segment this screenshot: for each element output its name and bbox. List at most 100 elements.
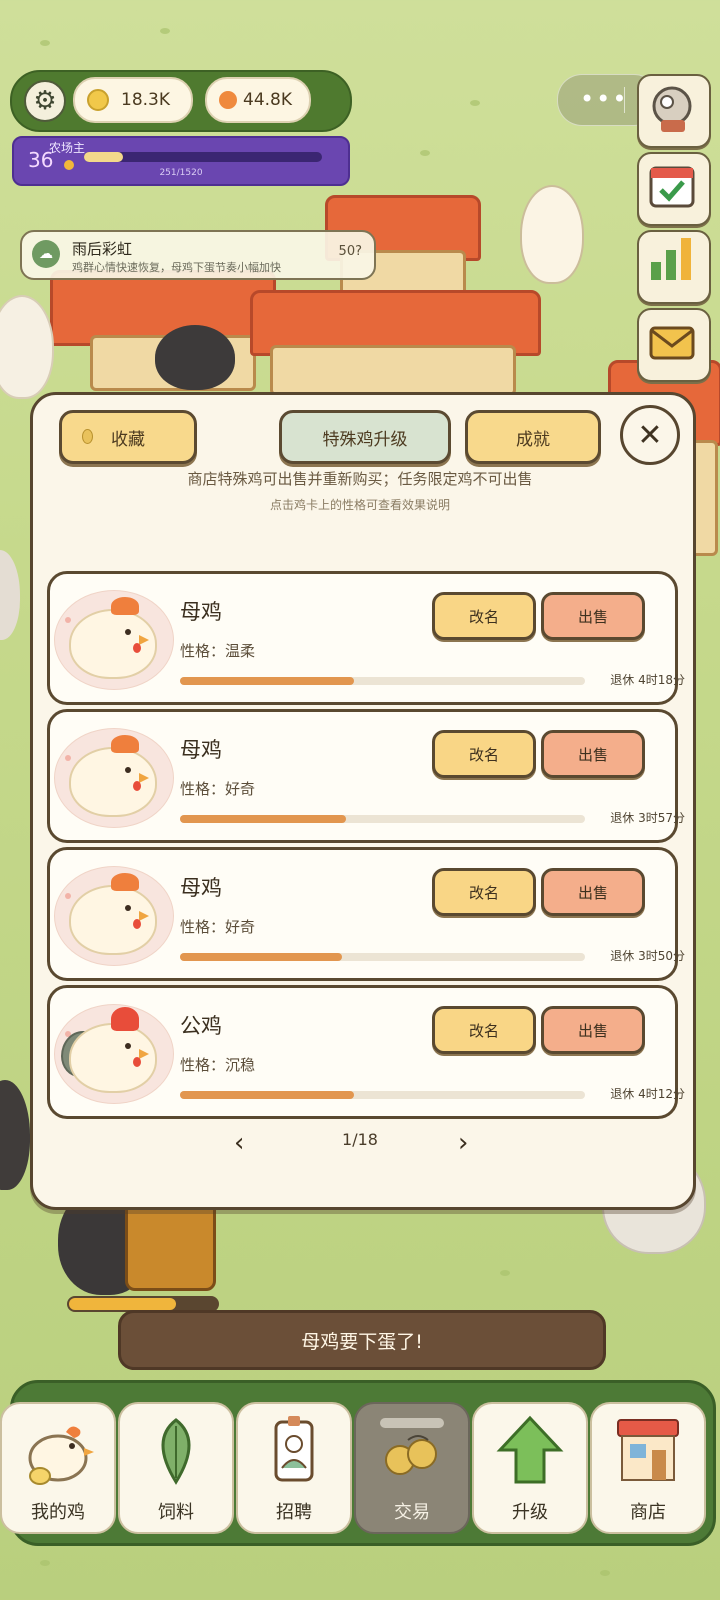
chicken-trait[interactable]: 性格：好奇 — [180, 916, 255, 937]
nav-trade[interactable]: 交易 — [354, 1402, 470, 1534]
sell-button[interactable]: 出售 — [541, 868, 645, 916]
leaderboard-label: 榜 — [705, 284, 720, 300]
nav-label: 招聘 — [276, 1502, 312, 1523]
next-page-button[interactable]: › — [458, 1128, 468, 1158]
chicken-card[interactable]: 母鸡 性格：温柔 退休 4时18分 改名 出售 — [47, 571, 685, 705]
weather-title: 雨后彩虹 — [72, 240, 133, 258]
more-icon[interactable]: ••• — [580, 85, 628, 113]
nav-label: 我的鸡 — [31, 1502, 85, 1523]
calendar-checkin-button[interactable] — [637, 152, 711, 226]
black-hen-edge — [0, 1080, 30, 1190]
gem-counter[interactable]: 44.8K — [205, 77, 311, 123]
calendar-icon — [649, 166, 695, 208]
level-title: 农场主 — [49, 141, 86, 155]
rename-button[interactable]: 改名 — [432, 1006, 536, 1054]
close-button[interactable]: ✕ — [620, 405, 680, 465]
nav-feed[interactable]: 饲料 — [118, 1402, 234, 1534]
weather-timer: 50? — [338, 244, 362, 259]
up-arrow-icon — [496, 1415, 564, 1484]
xp-bar — [84, 152, 322, 162]
retire-time: 退休 3时50分 — [610, 949, 685, 963]
retire-progress-bar — [180, 953, 585, 961]
prev-page-button[interactable]: ‹ — [234, 1128, 244, 1158]
sell-button[interactable]: 出售 — [541, 1006, 645, 1054]
level-panel[interactable]: 36 农场主 251/1520 — [12, 136, 350, 186]
tab-achievements[interactable]: 成就 — [465, 410, 601, 464]
leaderboard-button[interactable]: 榜 — [637, 230, 711, 304]
nav-label: 商店 — [630, 1502, 666, 1523]
bar-chart-icon — [651, 238, 691, 280]
rename-button[interactable]: 改名 — [432, 868, 536, 916]
chicken-name: 母鸡 — [180, 600, 222, 624]
settings-button[interactable]: ⚙ — [24, 80, 66, 122]
nav-my-chickens[interactable]: 我的鸡 — [0, 1402, 116, 1534]
white-hen-left — [0, 295, 54, 399]
chicken-trait[interactable]: 性格：好奇 — [180, 778, 255, 799]
nav-label: 交易 — [394, 1502, 430, 1523]
chicken-card[interactable]: 公鸡 性格：沉稳 退休 4时12分 改名 出售 — [47, 985, 685, 1119]
gem-icon — [219, 91, 237, 109]
nav-upgrade[interactable]: 升级 — [472, 1402, 588, 1534]
hen-avatar — [54, 866, 174, 966]
close-icon: ✕ — [637, 417, 663, 453]
hen-avatar — [54, 590, 174, 690]
nav-shop[interactable]: 商店 — [590, 1402, 706, 1534]
retire-time: 退休 4时18分 — [610, 673, 685, 687]
egg-icon — [82, 429, 93, 444]
coin-amount: 18.3K — [121, 90, 170, 110]
rename-button[interactable]: 改名 — [432, 730, 536, 778]
chicken-name: 母鸡 — [180, 876, 222, 900]
chicken-trait[interactable]: 性格：温柔 — [180, 640, 255, 661]
gem-amount: 44.8K — [243, 90, 292, 110]
rooster-avatar — [54, 1004, 174, 1104]
tab-achievements-label: 成就 — [516, 429, 550, 450]
page-indicator: 1/18 — [342, 1130, 378, 1149]
sell-notice: 商店特殊鸡可出售并重新购买；任务限定鸡不可出售 — [187, 470, 533, 488]
lay-progress-fill — [69, 1298, 176, 1310]
weather-description: 鸡群心情快速恢复，母鸡下蛋节奏小幅加快 — [72, 261, 281, 274]
black-hen-top — [155, 325, 235, 390]
nav-recruit[interactable]: 招聘 — [236, 1402, 352, 1534]
trade-icon — [380, 1418, 444, 1475]
xp-text: 251/1520 — [159, 168, 203, 178]
cloud-icon: ☁ — [32, 240, 60, 268]
mail-button[interactable] — [637, 308, 711, 382]
coin-counter[interactable]: 18.3K — [73, 77, 193, 123]
leaf-icon — [161, 1418, 191, 1485]
tab-special-upgrade-label: 特殊鸡升级 — [322, 429, 408, 450]
hen-avatar — [54, 728, 174, 828]
nav-label: 饲料 — [158, 1502, 194, 1523]
tab-collection-label: 收藏 — [111, 429, 145, 450]
badge-icon — [274, 1416, 314, 1482]
chicken-card[interactable]: 母鸡 性格：好奇 退休 3时57分 改名 出售 — [47, 709, 685, 843]
nav-label: 升级 — [512, 1502, 548, 1523]
retire-time: 退休 4时12分 — [610, 1087, 685, 1101]
chicken-trait[interactable]: 性格：沉稳 — [180, 1054, 255, 1075]
tab-collection[interactable]: 收藏 — [59, 410, 197, 464]
weather-banner[interactable]: ☁ 雨后彩虹 鸡群心情快速恢复，母鸡下蛋节奏小幅加快 50? — [20, 230, 376, 280]
retire-progress-fill — [180, 953, 342, 961]
retire-progress-bar — [180, 815, 585, 823]
chicken-icon — [28, 1426, 94, 1485]
retire-progress-bar — [180, 677, 585, 685]
gray-hen-left — [0, 550, 20, 640]
toast-message: 母鸡要下蛋了! — [118, 1310, 606, 1370]
envelope-icon — [649, 326, 695, 360]
chicken-name: 公鸡 — [180, 1014, 222, 1038]
chicken-name: 母鸡 — [180, 738, 222, 762]
rename-button[interactable]: 改名 — [432, 592, 536, 640]
retire-time: 退休 3时57分 — [610, 811, 685, 825]
retire-progress-fill — [180, 1091, 355, 1099]
retire-progress-bar — [180, 1091, 585, 1099]
sell-button[interactable]: 出售 — [541, 592, 645, 640]
gear-icon: ⚙ — [33, 86, 57, 116]
xp-bar-fill — [84, 152, 124, 162]
sell-button[interactable]: 出售 — [541, 730, 645, 778]
chicken-card[interactable]: 母鸡 性格：好奇 退休 3时50分 改名 出售 — [47, 847, 685, 981]
tab-special-upgrade[interactable]: 特殊鸡升级 — [279, 410, 451, 464]
profile-button[interactable] — [637, 74, 711, 148]
coin-icon — [87, 89, 109, 111]
shop-icon — [617, 1419, 679, 1481]
avatar-icon — [652, 86, 692, 132]
retire-progress-fill — [180, 677, 355, 685]
